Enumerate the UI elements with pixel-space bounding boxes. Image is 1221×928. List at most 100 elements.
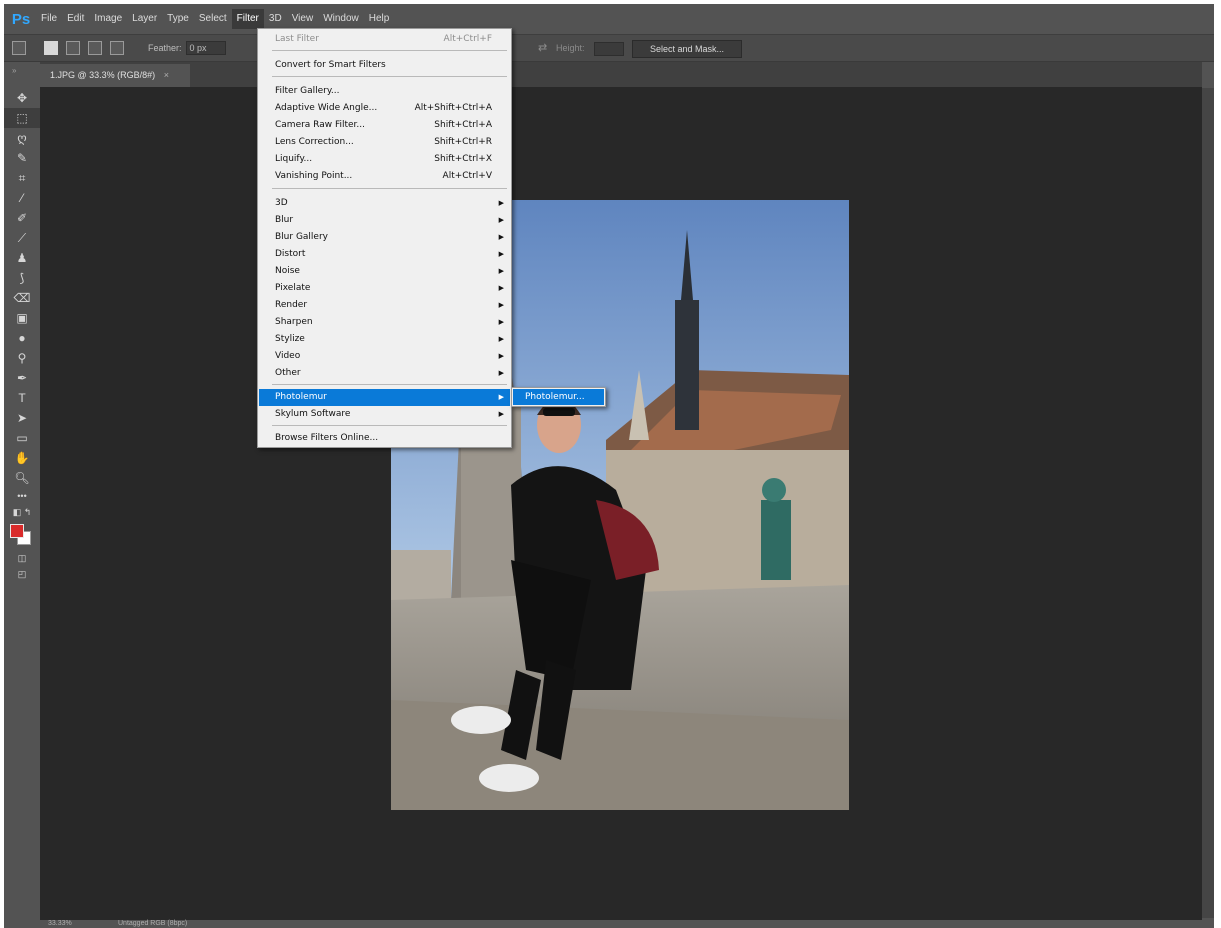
menu-image[interactable]: Image [89,9,127,29]
subtract-selection-icon[interactable] [88,41,102,55]
submenu-arrow-icon: ▶ [498,410,504,418]
height-label: Height: [556,43,585,53]
submenu-arrow-icon: ▶ [498,284,504,292]
photoshop-window: Ps File Edit Image Layer Type Select Fil… [4,4,1214,928]
menu-filter[interactable]: Filter [231,9,264,29]
menu-file[interactable]: File [36,9,62,29]
menu-separator [272,188,507,189]
document-tab-strip: 1.JPG @ 33.3% (RGB/8#) × [40,62,1202,87]
history-brush-tool-icon[interactable]: ⟆ [4,268,40,288]
menu-item-other[interactable]: Other ▶ [259,365,510,382]
menu-item-noise[interactable]: Noise ▶ [259,263,510,280]
swap-icon[interactable]: ⇄ [538,41,547,54]
color-swatch [4,520,40,550]
marquee-preset-icon[interactable] [12,41,26,55]
menu-item-skylum-software[interactable]: Skylum Software ▶ [259,406,510,423]
zoom-level[interactable]: 33.33% [48,920,72,928]
rectangle-tool-icon[interactable]: ▭ [4,428,40,448]
feather-label: Feather: [148,43,182,53]
menu-item-adaptive-wide-angle[interactable]: Adaptive Wide Angle... Alt+Shift+Ctrl+A [259,100,510,117]
tools-panel: ✥ ⬚ ღ ✎ ⌗ ⁄ ✐ ⟋ ♟ ⟆ ⌫ ▣ ● ⚲ ✒ T ➤ ▭ ✋ 🔍︎… [4,88,40,924]
menu-item-blur[interactable]: Blur ▶ [259,212,510,229]
quick-mask-icon[interactable]: ◫ [4,550,40,566]
status-bar: 33.33% Untagged RGB (8bpc) [40,920,1202,928]
select-and-mask-button[interactable]: Select and Mask... [632,40,742,58]
path-select-tool-icon[interactable]: ➤ [4,408,40,428]
gradient-tool-icon[interactable]: ▣ [4,308,40,328]
menu-separator [272,384,507,385]
menu-item-blur-gallery[interactable]: Blur Gallery ▶ [259,229,510,246]
zoom-tool-icon[interactable]: 🔍︎ [4,468,40,488]
menu-item-photolemur[interactable]: Photolemur ▶ [259,389,510,406]
hand-tool-icon[interactable]: ✋ [4,448,40,468]
menu-item-filter-gallery[interactable]: Filter Gallery... [259,83,510,100]
menu-bar: Ps File Edit Image Layer Type Select Fil… [4,4,1214,34]
eyedropper-tool-icon[interactable]: ⁄ [4,188,40,208]
menu-item-distort[interactable]: Distort ▶ [259,246,510,263]
menu-select[interactable]: Select [194,9,232,29]
add-selection-icon[interactable] [66,41,80,55]
eraser-tool-icon[interactable]: ⌫ [4,288,40,308]
submenu-arrow-icon: ▶ [498,267,504,275]
menu-item-3d[interactable]: 3D ▶ [259,195,510,212]
menu-item-convert-smart-filters[interactable]: Convert for Smart Filters [259,57,510,74]
menu-layer[interactable]: Layer [127,9,162,29]
height-input[interactable] [594,42,624,56]
move-tool-icon[interactable]: ✥ [4,88,40,108]
submenu-arrow-icon: ▶ [498,335,504,343]
more-tools-icon[interactable]: ••• [4,488,40,504]
options-bar: Feather: 0 px ⇄ Height: Select and Mask.… [4,34,1214,62]
brush-tool-icon[interactable]: ⟋ [4,228,40,248]
screen-mode-icon[interactable]: ◰ [4,566,40,582]
close-icon[interactable]: × [164,70,169,80]
menu-type[interactable]: Type [162,9,194,29]
document-tab[interactable]: 1.JPG @ 33.3% (RGB/8#) × [40,64,190,87]
menu-item-photolemur-launch[interactable]: Photolemur... [513,389,604,405]
document-tab-title: 1.JPG @ 33.3% (RGB/8#) [50,70,156,80]
menu-window[interactable]: Window [318,9,364,29]
menu-item-render[interactable]: Render ▶ [259,297,510,314]
submenu-arrow-icon: ▶ [498,318,504,326]
quick-select-tool-icon[interactable]: ✎ [4,148,40,168]
menu-item-camera-raw-filter[interactable]: Camera Raw Filter... Shift+Ctrl+A [259,117,510,134]
foreground-color[interactable] [10,524,24,538]
menu-item-lens-correction[interactable]: Lens Correction... Shift+Ctrl+R [259,134,510,151]
feather-input[interactable]: 0 px [185,41,226,55]
panel-edge [1202,88,1214,918]
pen-tool-icon[interactable]: ✒ [4,368,40,388]
menu-item-stylize[interactable]: Stylize ▶ [259,331,510,348]
menu-3d[interactable]: 3D [264,9,287,29]
blur-tool-icon[interactable]: ● [4,328,40,348]
menu-view[interactable]: View [287,9,319,29]
photolemur-submenu: Photolemur... [511,387,606,407]
menu-item-browse-filters-online[interactable]: Browse Filters Online... [259,430,510,447]
lasso-tool-icon[interactable]: ღ [4,128,40,148]
canvas-area[interactable] [40,87,1202,920]
menu-item-liquify[interactable]: Liquify... Shift+Ctrl+X [259,151,510,168]
menu-edit[interactable]: Edit [62,9,89,29]
collapse-panel-icon[interactable]: » [12,66,16,75]
healing-brush-tool-icon[interactable]: ✐ [4,208,40,228]
filter-menu: Last Filter Alt+Ctrl+F Convert for Smart… [257,28,512,448]
type-tool-icon[interactable]: T [4,388,40,408]
intersect-selection-icon[interactable] [110,41,124,55]
default-colors-icon[interactable]: ◧ ↰ [4,504,40,520]
crop-tool-icon[interactable]: ⌗ [4,168,40,188]
marquee-tool-icon[interactable]: ⬚ [4,108,40,128]
menu-item-vanishing-point[interactable]: Vanishing Point... Alt+Ctrl+V [259,168,510,185]
menu-separator [272,50,507,51]
dodge-tool-icon[interactable]: ⚲ [4,348,40,368]
menu-separator [272,76,507,77]
submenu-arrow-icon: ▶ [498,216,504,224]
submenu-arrow-icon: ▶ [498,301,504,309]
submenu-arrow-icon: ▶ [498,352,504,360]
menu-item-pixelate[interactable]: Pixelate ▶ [259,280,510,297]
clone-stamp-tool-icon[interactable]: ♟ [4,248,40,268]
menu-item-video[interactable]: Video ▶ [259,348,510,365]
new-selection-icon[interactable] [44,41,58,55]
photoshop-logo: Ps [11,10,31,28]
menu-help[interactable]: Help [364,9,395,29]
menu-separator [272,425,507,426]
menu-item-sharpen[interactable]: Sharpen ▶ [259,314,510,331]
submenu-arrow-icon: ▶ [498,250,504,258]
